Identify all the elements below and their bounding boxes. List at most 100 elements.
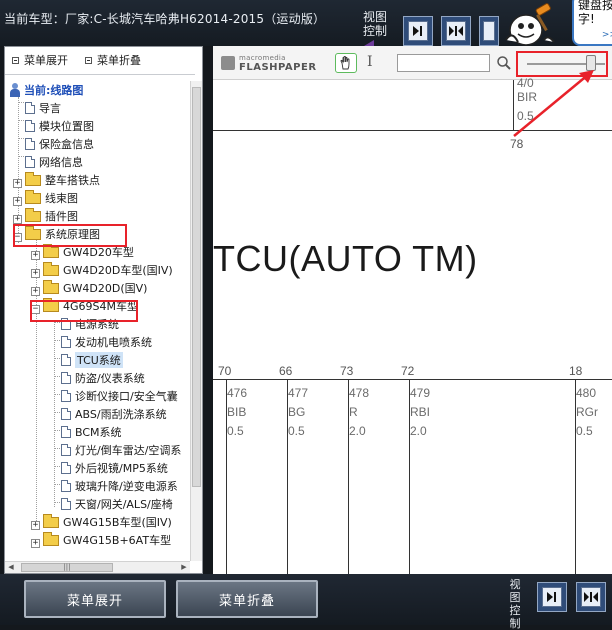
highlight-box-zoom [516, 51, 608, 77]
fit-width-icon [581, 587, 601, 607]
tree-item-gw4d20d-v[interactable]: GW4D20D(国V) [43, 279, 147, 297]
tree-horizontal-scroll-thumb[interactable]: ||| [21, 563, 113, 572]
schematic-page: 4/0 BIR 0.5 78 TCU(AUTO TM) 70 66 73 72 … [213, 76, 612, 574]
tree-item-gw4g15b-6at[interactable]: GW4G15B+6AT车型 [43, 531, 171, 549]
document-icon [61, 480, 71, 492]
tree-item-gw4g15b-iv[interactable]: GW4G15B车型(国IV) [43, 513, 172, 531]
tree-item-mirror-mp5[interactable]: 外后视镜/MP5系统 [61, 459, 168, 477]
document-icon [61, 444, 71, 456]
fit-width-button[interactable] [441, 16, 471, 46]
tree-item-fuse-box[interactable]: 保险盒信息 [25, 135, 94, 153]
tree-expand-all[interactable]: 菜单展开 [12, 52, 68, 68]
wire-color: RGr [576, 405, 598, 419]
flashpaper-logo: macromedia FLASHPAPER [221, 52, 331, 74]
tree-item-label: GW4G15B+6AT车型 [63, 534, 172, 547]
highlight-box-4g69s4m [30, 300, 138, 322]
tree-root-label: 当前:线路图 [24, 84, 84, 97]
wire-size: 0.5 [227, 424, 244, 438]
folder-icon [43, 279, 59, 294]
tree-item-intro[interactable]: 导言 [25, 99, 61, 117]
next-page-icon [408, 21, 428, 41]
search-icon[interactable] [496, 55, 512, 71]
expand-toggle[interactable]: + [13, 215, 22, 224]
wire-color: R [349, 405, 358, 419]
document-icon [25, 156, 35, 168]
tree-item-bcm[interactable]: BCM系统 [61, 423, 122, 441]
tree-item-label: 网络信息 [39, 156, 83, 169]
tree-item-gw4d20d-iv[interactable]: GW4D20D车型(国IV) [43, 261, 173, 279]
pin-number: 73 [340, 364, 354, 378]
expand-toggle[interactable]: + [31, 251, 40, 260]
expand-toggle[interactable]: + [31, 521, 40, 530]
document-icon [61, 372, 71, 384]
document-icon [61, 408, 71, 420]
scroll-right-icon[interactable]: ▶ [179, 563, 189, 572]
tree-item-engine-efi[interactable]: 发动机电喷系统 [61, 333, 152, 351]
tree-expand-label: 菜单展开 [24, 54, 68, 67]
tree-item-ground-points[interactable]: 整车搭铁点 [25, 171, 100, 189]
expand-toggle[interactable]: + [13, 197, 22, 206]
highlight-box-schematics [13, 224, 127, 247]
tree-item-network[interactable]: 网络信息 [25, 153, 83, 171]
expand-toggle[interactable]: + [31, 269, 40, 278]
tree-item-tcu-system[interactable]: TCU系统 [61, 351, 123, 369]
document-icon [25, 102, 35, 114]
current-car-model: 当前车型：厂家:C-长城汽车哈弗H62014-2015（运动版） [4, 12, 326, 26]
bottom-fit-width-button[interactable] [576, 582, 606, 612]
top-pin-number: 78 [510, 137, 524, 151]
wire-size: 2.0 [349, 424, 366, 438]
next-page-icon [542, 587, 562, 607]
expand-toggle[interactable]: + [31, 539, 40, 548]
tree-item-label: GW4G15B车型(国IV) [63, 516, 172, 529]
tree-item-label: GW4D20D车型(国IV) [63, 264, 173, 277]
connector-line [213, 379, 612, 380]
tree-item-antitheft[interactable]: 防盗/仪表系统 [61, 369, 145, 387]
user-icon [9, 83, 21, 97]
tree-item-sunroof-gateway[interactable]: 天窗/网关/ALS/座椅 [61, 495, 173, 513]
logo-small-text: macromedia [239, 54, 286, 62]
tree-horizontal-scrollbar[interactable]: ◀ ||| ▶ [5, 561, 190, 573]
expand-toggle[interactable]: + [31, 287, 40, 296]
document-icon [61, 354, 71, 366]
document-icon [61, 426, 71, 438]
wire-size: 2.0 [410, 424, 427, 438]
wire-color: BG [288, 405, 306, 419]
tree-vertical-scroll-thumb[interactable] [192, 87, 201, 487]
tip-more-link[interactable]: >> [602, 28, 612, 42]
tree-item-abs-wiper[interactable]: ABS/雨刮洗涤系统 [61, 405, 167, 423]
tree-item-label: 外后视镜/MP5系统 [75, 462, 168, 475]
search-input[interactable] [397, 54, 490, 72]
tip-bubble[interactable]: 键盘按字! >> [572, 0, 612, 46]
scroll-left-icon[interactable]: ◀ [6, 563, 16, 572]
fit-width-icon [446, 21, 466, 41]
view-control-label: 视图控制 [362, 10, 388, 46]
document-icon [25, 138, 35, 150]
pan-tool-button[interactable] [335, 53, 357, 73]
folder-icon [25, 207, 41, 222]
tree-item-lights-radar[interactable]: 灯光/倒车雷达/空调系 [61, 441, 181, 459]
expand-toggle[interactable]: + [13, 179, 22, 188]
expand-menu-button[interactable]: 菜单展开 [24, 580, 166, 618]
next-page-button[interactable] [403, 16, 433, 46]
logo-big-text: FLASHPAPER [239, 62, 317, 73]
tree-item-label: 插件图 [45, 210, 78, 223]
tree-connector [36, 237, 37, 521]
tree-item-windows-inverter[interactable]: 玻璃升降/逆变电源系 [61, 477, 178, 495]
tree-item-label: 防盗/仪表系统 [75, 372, 145, 385]
bottom-next-page-button[interactable] [537, 582, 567, 612]
tree-vertical-scrollbar[interactable] [190, 81, 202, 561]
tree-collapse-all[interactable]: 菜单折叠 [85, 52, 141, 68]
tree-item-label: TCU系统 [75, 352, 123, 368]
collapse-menu-button[interactable]: 菜单折叠 [176, 580, 318, 618]
tree-item-label: 玻璃升降/逆变电源系 [75, 480, 178, 493]
hand-icon [340, 56, 350, 70]
tree-item-module-location[interactable]: 模块位置图 [25, 117, 94, 135]
tree-item-connectors[interactable]: 插件图 [25, 207, 78, 225]
tree-item-harness[interactable]: 线束图 [25, 189, 78, 207]
folder-icon [43, 513, 59, 528]
pin-number: 66 [279, 364, 293, 378]
tree-item-diagnostic[interactable]: 诊断仪接口/安全气囊 [61, 387, 178, 405]
text-select-tool[interactable]: I [367, 54, 373, 70]
wire-number: 477 [288, 386, 309, 400]
tree-root[interactable]: 当前:线路图 [9, 81, 83, 99]
